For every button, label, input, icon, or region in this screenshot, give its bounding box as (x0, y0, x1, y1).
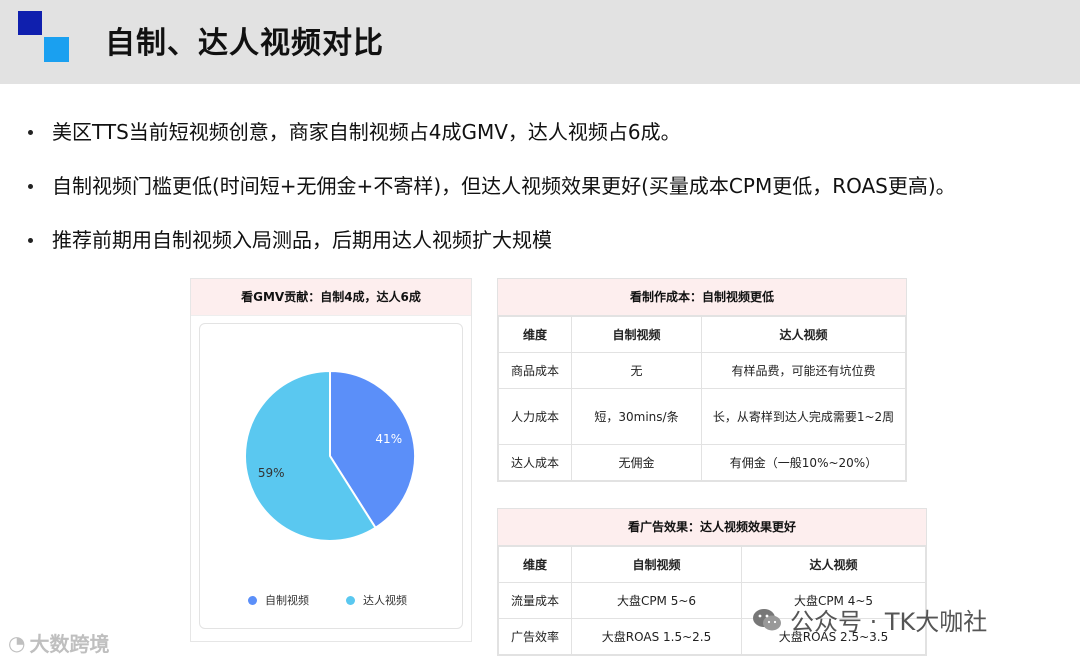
table-row: 人力成本 短，30mins/条 长，从寄样到达人完成需要1~2周 (498, 388, 906, 445)
bullet-item: 自制视频门槛更低(时间短+无佣金+不寄样)，但达人视频效果更好(买量成本CPM更… (28, 172, 1078, 200)
table-cell: 无 (571, 352, 702, 389)
table-cell: 达人成本 (498, 444, 572, 481)
watermark-right-text: 公众号 · TK大咖社 (790, 608, 988, 636)
watermark-logo-icon: ◔ (8, 630, 26, 655)
bullet-text: 推荐前期用自制视频入局测品，后期用达人视频扩大规模 (52, 228, 552, 252)
logo-square-dark (18, 11, 42, 35)
table1-header: 达人视频 (701, 316, 906, 353)
watermark-left: ◔ 大数跨境 (8, 628, 109, 657)
table-cell: 人力成本 (498, 388, 572, 445)
ad-effect-table: 维度 自制视频 达人视频 流量成本 大盘CPM 5~6 大盘CPM 4~5 广告… (498, 546, 926, 655)
table-cell: 短，30mins/条 (571, 388, 702, 445)
table-cell: 商品成本 (498, 352, 572, 389)
logo-square-light (44, 37, 69, 62)
bullet-text: 自制视频门槛更低(时间短+无佣金+不寄样)，但达人视频效果更好(买量成本CPM更… (52, 174, 956, 198)
bullet-dot-icon (28, 130, 33, 135)
gmv-pie-card: 看GMV贡献：自制4成，达人6成 41% 59% 自制视频 达人视频 (190, 278, 472, 642)
production-cost-table-card: 看制作成本：自制视频更低 维度 自制视频 达人视频 商品成本 无 有样品费，可能… (497, 278, 907, 482)
bullet-item: 美区TTS当前短视频创意，商家自制视频占4成GMV，达人视频占6成。 (28, 118, 1078, 146)
table-cell: 大盘CPM 5~6 (571, 582, 742, 619)
pie-slice-label: 41% (375, 432, 402, 446)
table2-title: 看广告效果：达人视频效果更好 (498, 509, 926, 546)
table-cell: 无佣金 (571, 444, 702, 481)
table-cell: 有佣金（一般10%~20%） (701, 444, 906, 481)
table-cell: 有样品费，可能还有坑位费 (701, 352, 906, 389)
table-row: 商品成本 无 有样品费，可能还有坑位费 (498, 352, 906, 389)
legend-item: 自制视频 (248, 592, 309, 608)
header-bar: 自制、达人视频对比 (0, 0, 1080, 84)
page-title: 自制、达人视频对比 (105, 26, 384, 61)
bullet-dot-icon (28, 238, 33, 243)
table2-header: 维度 (498, 546, 572, 583)
bullet-text: 美区TTS当前短视频创意，商家自制视频占4成GMV，达人视频占6成。 (52, 120, 681, 144)
table1-header: 维度 (498, 316, 572, 353)
legend-dot-icon (248, 595, 257, 605)
wechat-icon (753, 608, 781, 630)
table1-title: 看制作成本：自制视频更低 (498, 279, 906, 316)
legend-dot-icon (346, 595, 355, 605)
bullet-dot-icon (28, 184, 33, 189)
table-cell: 长，从寄样到达人完成需要1~2周 (701, 388, 906, 445)
table2-header: 自制视频 (571, 546, 742, 583)
legend-item: 达人视频 (346, 592, 407, 608)
pie-chart: 41% 59% (244, 369, 416, 542)
legend-label: 自制视频 (265, 594, 309, 607)
legend-label: 达人视频 (363, 594, 407, 607)
bullet-item: 推荐前期用自制视频入局测品，后期用达人视频扩大规模 (28, 226, 1078, 254)
table-row: 达人成本 无佣金 有佣金（一般10%~20%） (498, 444, 906, 481)
table-cell: 大盘ROAS 1.5~2.5 (571, 618, 742, 655)
production-cost-table: 维度 自制视频 达人视频 商品成本 无 有样品费，可能还有坑位费 人力成本 短，… (498, 316, 906, 481)
watermark-left-text: 大数跨境 (29, 632, 110, 656)
pie-slice-label: 59% (258, 466, 285, 480)
pie-card-title: 看GMV贡献：自制4成，达人6成 (191, 279, 471, 316)
table-cell: 流量成本 (498, 582, 572, 619)
bullet-list: 美区TTS当前短视频创意，商家自制视频占4成GMV，达人视频占6成。 自制视频门… (28, 118, 1078, 280)
table-cell: 广告效率 (498, 618, 572, 655)
table1-header: 自制视频 (571, 316, 702, 353)
pie-chart-panel: 41% 59% 自制视频 达人视频 (199, 323, 463, 629)
watermark-right: 公众号 · TK大咖社 (752, 602, 987, 637)
table2-header: 达人视频 (741, 546, 926, 583)
